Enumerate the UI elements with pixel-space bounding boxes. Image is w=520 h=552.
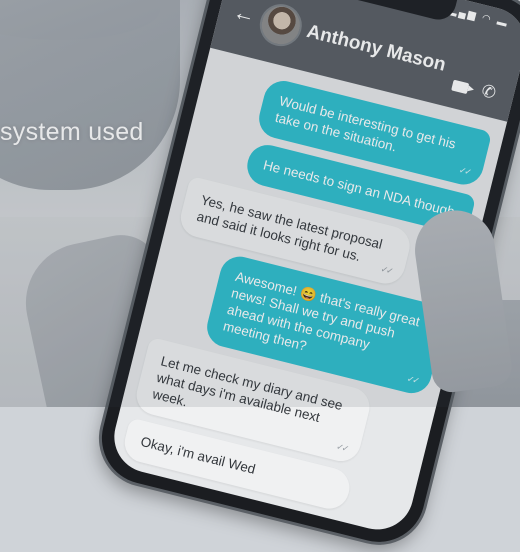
photo-tint — [0, 0, 520, 407]
message-text: Okay, i'm avail Wed — [139, 433, 257, 477]
double-check-icon: ✓✓ — [335, 441, 349, 454]
